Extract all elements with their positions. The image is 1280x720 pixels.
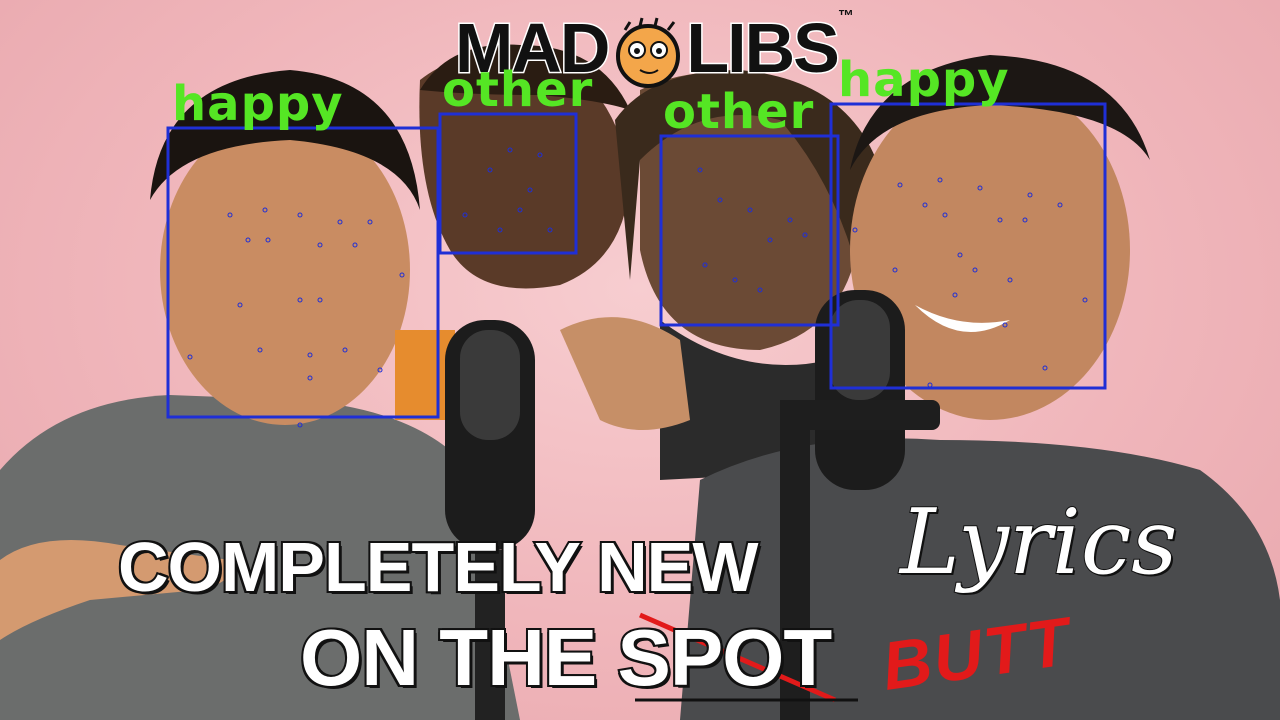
title-lyrics: Lyrics [899, 489, 1178, 596]
title-line-1: COMPLETELY NEW [116, 528, 760, 606]
detection-label-4: happy [838, 52, 1010, 108]
trademark: ™ [837, 8, 854, 25]
brand-right: LIBS [685, 8, 841, 89]
detection-label-2: other [442, 62, 594, 118]
thumbnail-image: MAD LIBS™ happy other other happy COMPLET… [0, 0, 1280, 720]
detection-label-3: other [663, 84, 815, 140]
title-line-2-prefix: ON THE [298, 613, 618, 702]
left-person-head [160, 115, 410, 425]
detection-label-1: happy [172, 76, 344, 132]
struck-word: SPOT [615, 613, 834, 702]
title-line-2: ON THE SPOT [298, 616, 834, 700]
